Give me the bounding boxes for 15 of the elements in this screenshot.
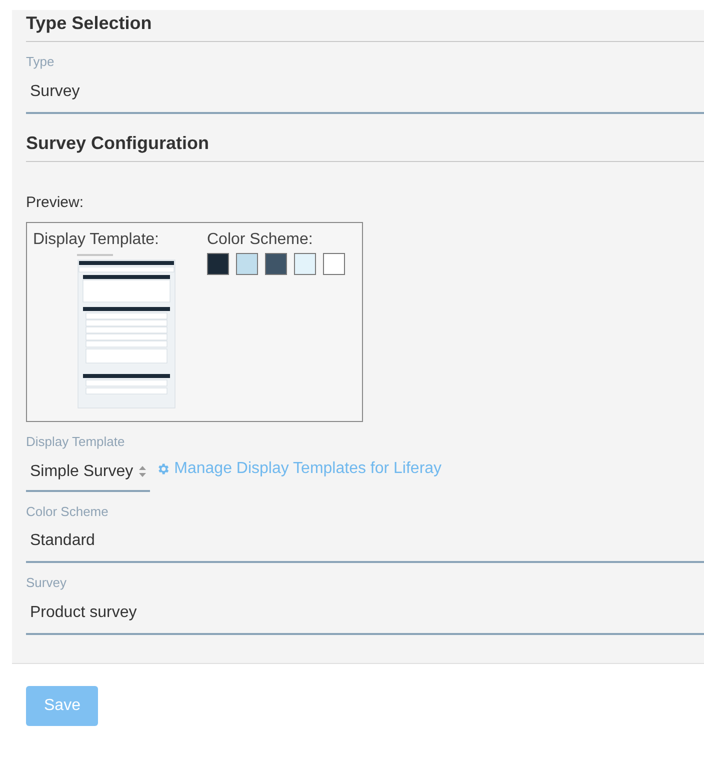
preview-label: Preview: xyxy=(26,192,85,212)
gear-icon xyxy=(156,462,170,476)
field-value[interactable]: Survey xyxy=(26,72,704,114)
preview-template-label: Display Template: xyxy=(33,231,160,249)
field-label: Display Template xyxy=(26,433,126,451)
sort-caret-icon xyxy=(139,466,146,477)
display-template-select[interactable]: Simple Survey xyxy=(26,452,150,492)
field-label: Color Scheme xyxy=(26,502,110,520)
field-value[interactable]: Standard xyxy=(26,521,704,563)
preview-scheme-label: Color Scheme: xyxy=(207,231,314,249)
field-label: Survey xyxy=(26,574,68,592)
field-label: Type xyxy=(26,53,56,71)
section-heading: Survey Configuration xyxy=(26,130,704,162)
field-value[interactable]: Product survey xyxy=(26,592,704,634)
section-heading: Type Selection xyxy=(26,10,704,42)
